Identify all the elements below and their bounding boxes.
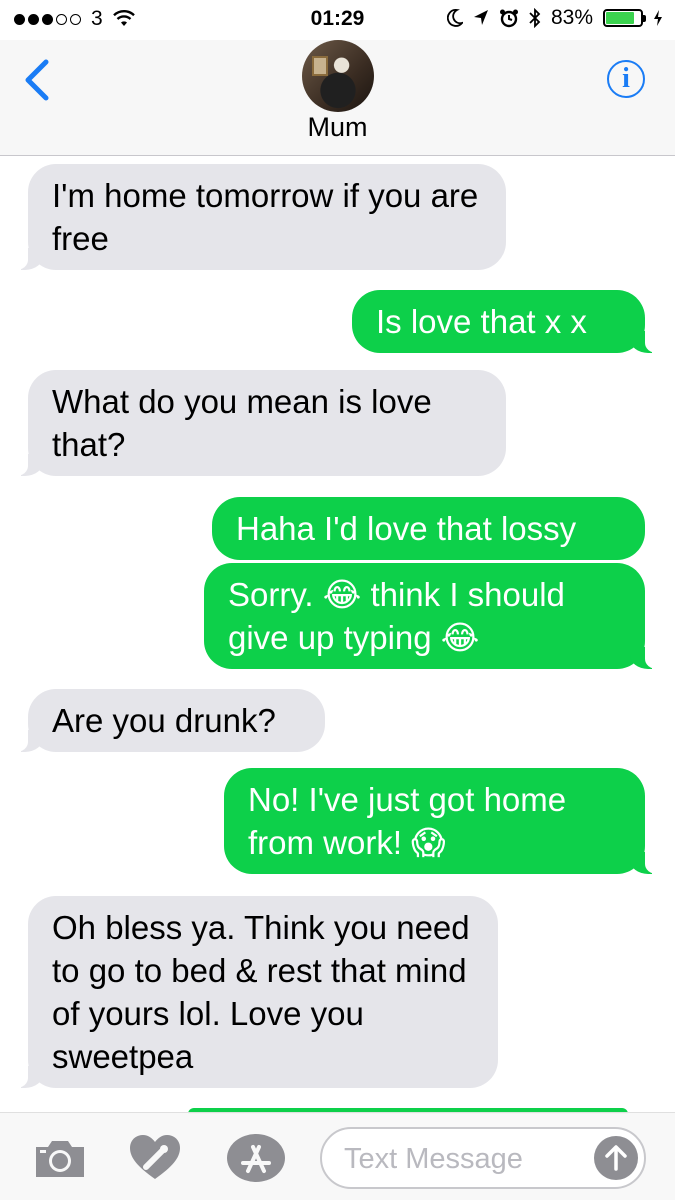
message-text: Are you drunk? [52,702,276,739]
alarm-icon [499,9,518,28]
message-bubble-outgoing[interactable]: No! I've just got home from work! 😱 [224,768,659,874]
charging-bolt-icon [654,10,662,26]
message-text: What do you mean is love that? [52,383,432,463]
message-bubble-incoming[interactable]: Are you drunk? [14,689,325,752]
message-text: No! I've just got home from work! 😱 [248,781,567,861]
message-text: Is love that x x [376,303,587,340]
location-arrow-icon [473,10,488,25]
info-icon[interactable]: i [607,60,645,98]
message-text: I'm home tomorrow if you are free [52,177,479,257]
message-text: Haha I'd love that lossy [236,510,577,547]
compose-bar [0,1112,675,1200]
digital-touch-icon[interactable] [128,1133,182,1183]
send-button[interactable] [594,1136,638,1180]
conversation-header: Mum i [0,40,675,156]
message-bubble-outgoing[interactable]: Haha I'd love that lossy [212,497,645,560]
message-bubble-incoming[interactable]: Oh bless ya. Think you need to go to bed… [14,896,498,1088]
status-bar: 3 01:29 83% [0,0,675,40]
message-text: Sorry. 😂 think I should give up typing 😂 [228,576,565,656]
battery-percentage: 83% [550,6,593,29]
send-arrow-icon [605,1145,627,1171]
moon-icon [446,9,463,27]
message-bubble-outgoing[interactable]: Is love that x x [352,290,659,353]
message-list[interactable]: I'm home tomorrow if you are free Is lov… [0,156,675,1112]
text-message-input[interactable] [342,1137,586,1181]
message-bubble-outgoing[interactable]: Sorry. 😂 think I should give up typing 😂 [204,563,659,669]
bluetooth-icon [529,8,541,28]
contact-avatar[interactable] [302,40,374,112]
status-indicators: 83% [446,6,663,30]
message-text: Oh bless ya. Think you need to go to bed… [52,909,470,1075]
camera-icon[interactable] [34,1137,86,1179]
app-store-icon[interactable] [226,1133,286,1183]
message-bubble-incoming[interactable]: What do you mean is love that? [14,370,506,476]
battery-icon [603,9,646,27]
text-message-field[interactable] [320,1127,646,1189]
back-chevron-icon[interactable] [20,58,54,102]
contact-name[interactable]: Mum [0,112,675,143]
message-bubble-incoming[interactable]: I'm home tomorrow if you are free [14,164,506,270]
